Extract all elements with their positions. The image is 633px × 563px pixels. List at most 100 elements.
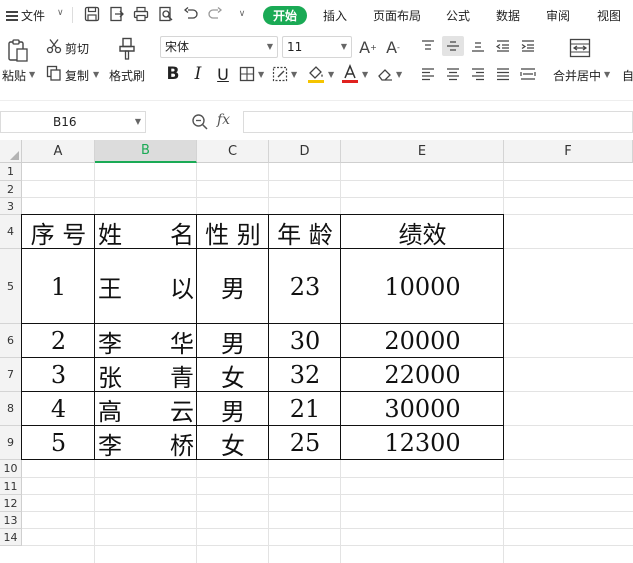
table-cell[interactable]: 2 bbox=[22, 324, 95, 358]
table-cell[interactable]: 女 bbox=[197, 426, 269, 460]
tab-page-layout[interactable]: 页面布局 bbox=[368, 6, 426, 25]
column-header-f[interactable]: F bbox=[504, 140, 633, 163]
row-header-6[interactable]: 6 bbox=[0, 324, 22, 358]
merge-center-icon[interactable] bbox=[568, 36, 592, 60]
row-header-11[interactable]: 11 bbox=[0, 478, 22, 495]
decrease-font-size-icon[interactable]: A- bbox=[383, 38, 403, 57]
italic-icon[interactable]: I bbox=[189, 64, 207, 84]
copy-icon[interactable] bbox=[46, 65, 62, 81]
cut-label[interactable]: 剪切 bbox=[65, 40, 89, 57]
column-header-b[interactable]: B bbox=[95, 140, 197, 163]
table-cell[interactable]: 王 以 bbox=[95, 249, 197, 324]
copy-label[interactable]: 复制 bbox=[65, 67, 89, 84]
eraser-chevron-icon[interactable]: ▼ bbox=[396, 70, 402, 79]
column-header-c[interactable]: C bbox=[197, 140, 269, 163]
table-cell[interactable]: 20000 bbox=[341, 324, 504, 358]
row-header-13[interactable]: 13 bbox=[0, 512, 22, 529]
align-right-icon[interactable] bbox=[469, 66, 487, 82]
tab-data[interactable]: 数据 bbox=[491, 6, 525, 25]
tab-review[interactable]: 审阅 bbox=[541, 6, 575, 25]
table-header-cell[interactable]: 绩效 bbox=[341, 215, 504, 249]
table-cell[interactable]: 32 bbox=[269, 358, 341, 392]
format-painter-icon[interactable] bbox=[116, 36, 138, 62]
bold-icon[interactable]: B bbox=[164, 64, 182, 84]
table-cell[interactable]: 12300 bbox=[341, 426, 504, 460]
spreadsheet-grid[interactable]: A B C D E F 1 2 3 4 5 6 7 8 9 10 11 12 13 14 序 号姓 名性 别年 龄绩效 1… bbox=[0, 140, 633, 563]
table-cell[interactable]: 21 bbox=[269, 392, 341, 426]
save-icon[interactable] bbox=[83, 5, 101, 23]
print-preview-icon[interactable] bbox=[157, 5, 175, 23]
column-header-a[interactable]: A bbox=[22, 140, 95, 163]
font-name-select[interactable]: 宋体 ▼ bbox=[160, 36, 278, 58]
print-icon[interactable] bbox=[132, 5, 150, 23]
table-cell[interactable]: 男 bbox=[197, 249, 269, 324]
table-cell[interactable]: 3 bbox=[22, 358, 95, 392]
table-cell[interactable]: 女 bbox=[197, 358, 269, 392]
merge-center-chevron-icon[interactable]: ▼ bbox=[604, 70, 610, 79]
table-cell[interactable]: 男 bbox=[197, 392, 269, 426]
table-cell[interactable]: 1 bbox=[22, 249, 95, 324]
row-header-8[interactable]: 8 bbox=[0, 392, 22, 426]
table-cell[interactable]: 5 bbox=[22, 426, 95, 460]
table-header-cell[interactable]: 姓 名 bbox=[95, 215, 197, 249]
cut-icon[interactable] bbox=[46, 38, 62, 54]
align-top-icon[interactable] bbox=[419, 38, 437, 54]
align-center-icon[interactable] bbox=[444, 66, 462, 82]
table-cell[interactable]: 李 桥 bbox=[95, 426, 197, 460]
table-cell[interactable]: 男 bbox=[197, 324, 269, 358]
name-box[interactable]: B16 ▼ bbox=[0, 111, 146, 133]
fill-color-chevron-icon[interactable]: ▼ bbox=[328, 70, 334, 79]
fill-color-icon[interactable] bbox=[307, 64, 325, 84]
insert-function-button[interactable]: fx bbox=[217, 112, 230, 128]
select-all-button[interactable] bbox=[0, 140, 22, 163]
fill-style-icon[interactable] bbox=[271, 65, 289, 83]
table-cell[interactable]: 4 bbox=[22, 392, 95, 426]
row-header-9[interactable]: 9 bbox=[0, 426, 22, 460]
table-cell[interactable]: 张 青 bbox=[95, 358, 197, 392]
zoom-search-icon[interactable] bbox=[191, 113, 209, 131]
row-header-12[interactable]: 12 bbox=[0, 495, 22, 512]
table-cell[interactable]: 23 bbox=[269, 249, 341, 324]
table-cell[interactable]: 22000 bbox=[341, 358, 504, 392]
increase-indent-icon[interactable] bbox=[519, 38, 537, 54]
row-header-4[interactable]: 4 bbox=[0, 215, 22, 249]
border-icon[interactable] bbox=[238, 65, 256, 83]
undo-icon[interactable] bbox=[182, 5, 200, 23]
chevron-down-icon[interactable]: ▼ bbox=[135, 112, 141, 132]
row-header-3[interactable]: 3 bbox=[0, 198, 22, 215]
column-header-e[interactable]: E bbox=[341, 140, 504, 163]
table-cell[interactable]: 25 bbox=[269, 426, 341, 460]
table-cell[interactable]: 高 云 bbox=[95, 392, 197, 426]
decrease-indent-icon[interactable] bbox=[494, 38, 512, 54]
table-header-cell[interactable]: 年 龄 bbox=[269, 215, 341, 249]
paste-chevron-icon[interactable]: ▼ bbox=[29, 70, 35, 79]
chevron-down-icon[interactable]: ∨ bbox=[57, 8, 64, 18]
table-cell[interactable]: 李 华 bbox=[95, 324, 197, 358]
table-cell[interactable]: 30 bbox=[269, 324, 341, 358]
border-chevron-icon[interactable]: ▼ bbox=[258, 70, 264, 79]
align-middle-icon[interactable] bbox=[442, 36, 464, 56]
format-painter-label[interactable]: 格式刷 bbox=[109, 67, 145, 84]
auto-wrap-label[interactable]: 自 bbox=[622, 67, 633, 84]
justify-icon[interactable] bbox=[494, 66, 512, 82]
font-color-chevron-icon[interactable]: ▼ bbox=[362, 70, 368, 79]
export-pdf-icon[interactable] bbox=[108, 5, 126, 23]
increase-font-size-icon[interactable]: A + bbox=[358, 38, 378, 57]
row-header-10[interactable]: 10 bbox=[0, 460, 22, 478]
column-header-d[interactable]: D bbox=[269, 140, 341, 163]
distributed-align-icon[interactable] bbox=[519, 66, 537, 82]
paste-label[interactable]: 粘贴 bbox=[2, 67, 26, 84]
row-header-2[interactable]: 2 bbox=[0, 181, 22, 198]
redo-icon[interactable] bbox=[206, 5, 224, 23]
tab-insert[interactable]: 插入 bbox=[318, 6, 352, 25]
tab-home[interactable]: 开始 bbox=[263, 6, 307, 25]
table-cell[interactable]: 10000 bbox=[341, 249, 504, 324]
paste-icon[interactable] bbox=[5, 36, 31, 64]
table-cell[interactable]: 30000 bbox=[341, 392, 504, 426]
eraser-icon[interactable] bbox=[376, 65, 394, 83]
table-header-cell[interactable]: 性 别 bbox=[197, 215, 269, 249]
row-header-14[interactable]: 14 bbox=[0, 529, 22, 546]
row-header-1[interactable]: 1 bbox=[0, 163, 22, 181]
tab-view[interactable]: 视图 bbox=[592, 6, 626, 25]
font-color-icon[interactable] bbox=[341, 64, 359, 84]
